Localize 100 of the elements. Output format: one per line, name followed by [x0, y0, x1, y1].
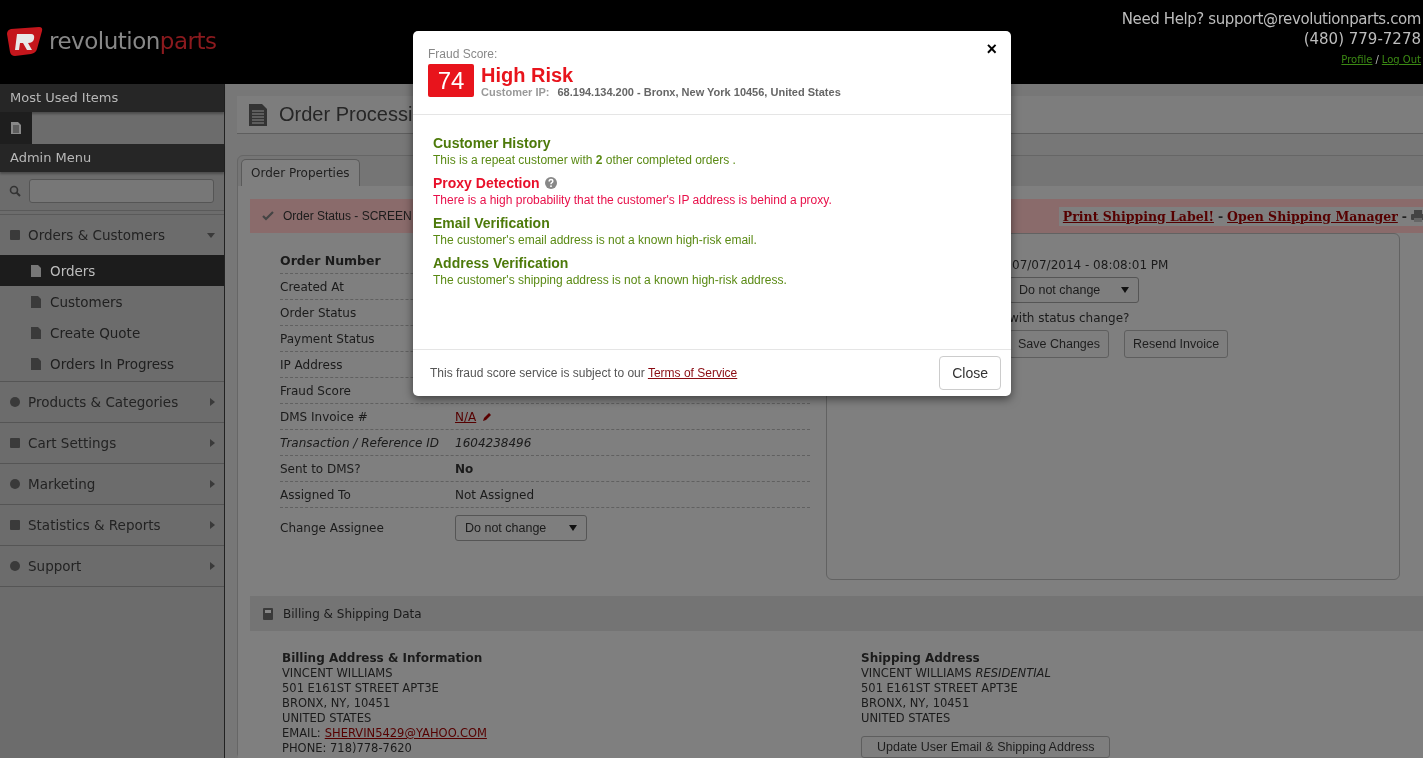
property-value: Not Assigned [455, 487, 535, 502]
check-title: Proxy Detection [433, 175, 540, 191]
property-label: Order Status [280, 305, 357, 320]
shipping-link[interactable]: Open Shipping Manager [1227, 208, 1398, 224]
address-line: 501 E161ST STREET APT3E [861, 681, 1019, 696]
menu-icon [31, 357, 41, 370]
address-line: VINCENT WILLIAMS [282, 666, 394, 681]
menu-icon [9, 478, 21, 490]
header-link[interactable]: Log Out [1381, 54, 1421, 65]
close-button[interactable]: × [984, 40, 999, 58]
risk-level: High Risk [481, 64, 575, 86]
tab[interactable]: Order Properties [241, 159, 360, 186]
address-line: VINCENT WILLIAMS [861, 666, 972, 681]
property-label: Payment Status [280, 331, 375, 346]
address-heading: Billing Address & Information [282, 651, 484, 666]
action-button[interactable]: Resend Invoice [1124, 330, 1229, 358]
order-status-text: Order Status - SCREEN [283, 209, 412, 223]
section-header: Most Used Items [0, 84, 224, 112]
search-field[interactable] [29, 179, 214, 203]
fraud-score-badge: 74 [428, 64, 474, 97]
menu-icon [9, 560, 21, 572]
menu-icon [31, 264, 41, 277]
link-separator: / [1375, 54, 1379, 65]
check-description: There is a high probability that the customer's IP address is behind a proxy. [433, 193, 833, 207]
property-label: Transaction / Reference ID [280, 435, 439, 450]
section-title: Billing & Shipping Data [283, 606, 422, 621]
assignee-select[interactable]: Do not change [455, 515, 587, 541]
email-label: EMAIL: [282, 726, 321, 741]
caret-right-icon [210, 562, 215, 570]
submenu-item[interactable]: Customers [0, 286, 224, 317]
menu-icon [9, 229, 21, 241]
logo-icon [5, 25, 45, 57]
check-title: Email Verification [433, 215, 550, 231]
address-line: BRONX, NY, 10451 [282, 696, 392, 711]
shipping-link[interactable]: Print Shipping Label! [1062, 208, 1214, 224]
caret-right-icon [210, 398, 215, 406]
property-label: Assigned To [280, 487, 351, 502]
property-label: Created At [280, 279, 344, 294]
link-separator: - [1401, 208, 1407, 224]
caret-right-icon [210, 521, 215, 529]
property-label: Change Assignee [280, 521, 384, 535]
menu-item[interactable]: Products & Categories [0, 382, 224, 422]
caret-right-icon [210, 480, 215, 488]
link-separator: - [1217, 208, 1224, 224]
close-button[interactable]: Close [939, 356, 1001, 390]
menu-icon [31, 295, 41, 308]
search-icon [9, 185, 21, 197]
document-icon [249, 103, 267, 126]
caret-right-icon [210, 439, 215, 447]
page-title: Order Processi [279, 103, 413, 126]
update-address-button[interactable]: Update User Email & Shipping Address [861, 736, 1111, 758]
pencil-icon[interactable] [482, 411, 493, 422]
address-line: 501 E161ST STREET APT3E [282, 681, 440, 696]
status-select[interactable]: Do not change [1009, 277, 1139, 303]
header-link[interactable]: Profile [1341, 54, 1373, 65]
property-label: Order Number [280, 253, 381, 268]
address-line: UNITED STATES [861, 711, 952, 726]
phone-line: PHONE: 718)778-7620 [282, 741, 413, 756]
property-label: DMS Invoice # [280, 409, 368, 424]
check-icon [262, 211, 274, 221]
property-label: IP Address [280, 357, 343, 372]
help-text: Need Help? support@revolutionparts.com [1121, 10, 1421, 28]
action-button[interactable]: Save Changes [1009, 330, 1109, 358]
property-label: Sent to DMS? [280, 461, 361, 476]
ip-label: Customer IP: [481, 86, 550, 98]
check-description: This is a repeat customer with 2 other completed orders . [433, 153, 737, 167]
caret-down-icon [207, 232, 215, 238]
menu-item[interactable]: Statistics & Reports [0, 505, 224, 545]
invoice-link[interactable]: N/A [455, 409, 477, 424]
section-header: Admin Menu [0, 144, 224, 172]
caret-down-icon [569, 525, 577, 531]
property-value: 1604238496 [455, 435, 532, 450]
terms-text: This fraud score service is subject to our Terms of Service [430, 366, 738, 380]
menu-item[interactable]: Orders & Customers [0, 215, 224, 255]
caret-down-icon [1121, 287, 1129, 293]
help-icon[interactable] [544, 177, 557, 189]
section-icon [263, 607, 273, 620]
menu-item[interactable]: Cart Settings [0, 423, 224, 463]
address-line: UNITED STATES [282, 711, 373, 726]
email-link[interactable]: SHERVIN5429@YAHOO.COM [324, 726, 487, 741]
document-icon [11, 122, 21, 134]
order-date: 07/07/2014 - 08:08:01 PM [1012, 258, 1169, 272]
terms-link[interactable]: Terms of Service [647, 366, 738, 380]
check-description: The customer's shipping address is not a known high-risk address. [433, 273, 788, 287]
dialog-label: Fraud Score: [428, 47, 498, 61]
check-description: The customer's email address is not a known high-risk email. [433, 233, 758, 247]
menu-icon [9, 519, 21, 531]
menu-item[interactable]: Support [0, 546, 224, 586]
most-used-item[interactable] [0, 112, 32, 144]
submenu-item[interactable]: Orders [0, 255, 224, 286]
check-title: Customer History [433, 135, 551, 151]
address-type-tag: RESIDENTIAL [975, 666, 1051, 681]
check-title: Address Verification [433, 255, 569, 271]
ip-value: 68.194.134.200 - Bronx, New York 10456, United States [557, 86, 841, 98]
printer-icon[interactable] [1411, 210, 1423, 222]
property-label: Fraud Score [280, 383, 351, 398]
submenu-item[interactable]: Orders In Progress [0, 348, 224, 379]
menu-icon [31, 326, 41, 339]
menu-item[interactable]: Marketing [0, 464, 224, 504]
submenu-item[interactable]: Create Quote [0, 317, 224, 348]
